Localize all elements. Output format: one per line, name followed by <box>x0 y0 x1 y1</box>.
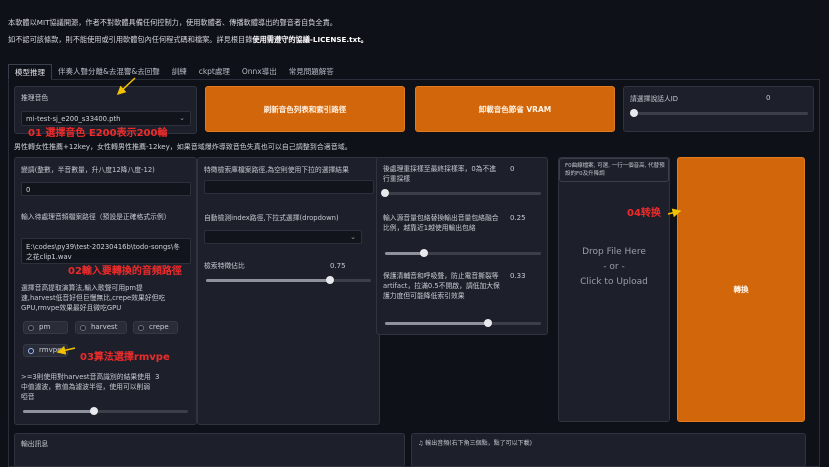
annotation-algorithm: 03算法選擇rmvpe <box>80 352 170 363</box>
annotation-convert: 04转换 <box>627 208 661 219</box>
annotation-arrows <box>56 77 682 355</box>
arrow-to-model <box>116 77 136 96</box>
arrow-to-rmvpe <box>56 345 76 355</box>
arrow-to-convert <box>667 208 682 218</box>
annotation-select-model: 01 選擇音色 E200表示200輪 <box>28 128 168 139</box>
annotation-input-path: 02輸入要轉換的音頻路徑 <box>68 266 182 277</box>
